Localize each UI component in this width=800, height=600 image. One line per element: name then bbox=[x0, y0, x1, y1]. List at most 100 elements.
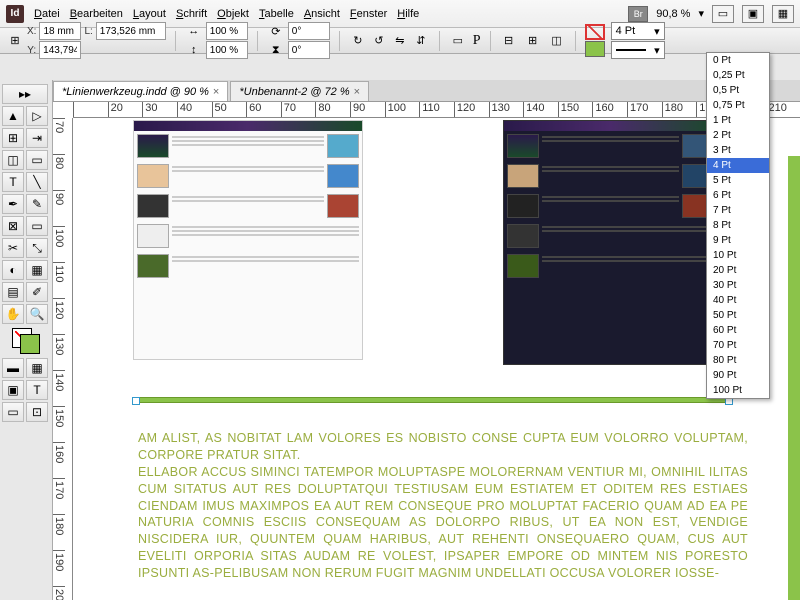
fill-none-icon[interactable] bbox=[585, 24, 605, 40]
screen-mode[interactable]: ▭ bbox=[2, 402, 24, 422]
feather-tool[interactable]: ▦ bbox=[26, 260, 48, 280]
frame-tool[interactable]: ⊠ bbox=[2, 216, 24, 236]
page-tool[interactable]: ⊞ bbox=[2, 128, 24, 148]
type-tool[interactable]: ▭ bbox=[26, 150, 48, 170]
text-tool[interactable]: T bbox=[2, 172, 24, 192]
menu-view[interactable]: Ansicht bbox=[304, 8, 340, 20]
align-icon[interactable]: ⊟ bbox=[500, 32, 518, 50]
line-tool[interactable]: ╲ bbox=[26, 172, 48, 192]
stroke-option[interactable]: 0,5 Pt bbox=[707, 83, 769, 98]
stroke-option[interactable]: 30 Pt bbox=[707, 278, 769, 293]
menu-type[interactable]: Schrift bbox=[176, 8, 207, 20]
flip-v-icon[interactable]: ⇵ bbox=[412, 32, 430, 50]
placed-image-dark[interactable] bbox=[503, 120, 718, 365]
scale-x[interactable] bbox=[206, 22, 248, 40]
menu-window[interactable]: Fenster bbox=[350, 8, 387, 20]
tab-2[interactable]: *Unbenannt-2 @ 72 %× bbox=[230, 81, 369, 101]
stroke-option[interactable]: 10 Pt bbox=[707, 248, 769, 263]
scissors-tool[interactable]: ✂ bbox=[2, 238, 24, 258]
dropdown-icon[interactable]: ▾ bbox=[698, 7, 704, 20]
stroke-option[interactable]: 100 Pt bbox=[707, 383, 769, 398]
pencil-tool[interactable]: ✎ bbox=[26, 194, 48, 214]
stroke-option[interactable]: 50 Pt bbox=[707, 308, 769, 323]
shear-input[interactable] bbox=[288, 41, 330, 59]
transform-tool[interactable]: ⤡ bbox=[26, 238, 48, 258]
flip-h-icon[interactable]: ⇋ bbox=[391, 32, 409, 50]
bridge-icon[interactable]: Br bbox=[628, 6, 648, 22]
distribute-icon[interactable]: ⊞ bbox=[524, 32, 542, 50]
screen-mode-2[interactable]: ⊡ bbox=[26, 402, 48, 422]
view-mode-icon[interactable]: ▭ bbox=[712, 5, 734, 23]
stroke-color-icon[interactable] bbox=[585, 41, 605, 57]
rotate-ccw-icon[interactable]: ↺ bbox=[370, 32, 388, 50]
document-tabs: *Linienwerkzeug.indd @ 90 %× *Unbenannt-… bbox=[53, 80, 800, 102]
stroke-option[interactable]: 9 Pt bbox=[707, 233, 769, 248]
note-tool[interactable]: ▤ bbox=[2, 282, 24, 302]
stroke-option[interactable]: 0,75 Pt bbox=[707, 98, 769, 113]
stroke-option[interactable]: 70 Pt bbox=[707, 338, 769, 353]
stroke-option[interactable]: 5 Pt bbox=[707, 173, 769, 188]
stroke-option[interactable]: 3 Pt bbox=[707, 143, 769, 158]
menu-edit[interactable]: Bearbeiten bbox=[70, 8, 123, 20]
tab-1[interactable]: *Linienwerkzeug.indd @ 90 %× bbox=[53, 81, 228, 101]
stroke-option[interactable]: 1 Pt bbox=[707, 113, 769, 128]
select-parent-icon[interactable]: ▭ bbox=[449, 32, 467, 50]
scale-y-icon: ↕ bbox=[185, 41, 203, 59]
paragraph-icon[interactable]: P bbox=[473, 33, 481, 49]
normal-mode[interactable]: ▣ bbox=[2, 380, 24, 400]
horizontal-ruler: 2030405060708090100110120130140150160170… bbox=[73, 102, 800, 118]
scale-y[interactable] bbox=[206, 41, 248, 59]
stroke-option[interactable]: 40 Pt bbox=[707, 293, 769, 308]
rect-tool[interactable]: ▭ bbox=[26, 216, 48, 236]
x-input[interactable] bbox=[39, 22, 81, 40]
stroke-option[interactable]: 80 Pt bbox=[707, 353, 769, 368]
zoom-level[interactable]: 90,8 % bbox=[656, 8, 690, 20]
stroke-option[interactable]: 0,25 Pt bbox=[707, 68, 769, 83]
stroke-option[interactable]: 6 Pt bbox=[707, 188, 769, 203]
rotate-icon: ⟳ bbox=[267, 22, 285, 40]
color-swatch[interactable] bbox=[12, 328, 40, 354]
selection-tool[interactable]: ▲ bbox=[2, 106, 24, 126]
l-input[interactable] bbox=[96, 22, 166, 40]
zoom-tool[interactable]: 🔍 bbox=[26, 304, 48, 324]
pathfinder-icon[interactable]: ◫ bbox=[548, 32, 566, 50]
rotate-cw-icon[interactable]: ↻ bbox=[349, 32, 367, 50]
apply-gradient[interactable]: ▦ bbox=[26, 358, 48, 378]
gradient-tool[interactable]: ◐ bbox=[2, 260, 24, 280]
stroke-weight-select[interactable]: 4 Pt▾ bbox=[611, 22, 665, 40]
eyedropper-tool[interactable]: ✐ bbox=[26, 282, 48, 302]
placed-image-light[interactable] bbox=[133, 120, 363, 360]
y-input[interactable] bbox=[39, 41, 81, 59]
menu-object[interactable]: Objekt bbox=[217, 8, 249, 20]
arrange-icon[interactable]: ▦ bbox=[772, 5, 794, 23]
apply-color[interactable]: ▬ bbox=[2, 358, 24, 378]
stroke-option[interactable]: 8 Pt bbox=[707, 218, 769, 233]
stroke-option[interactable]: 7 Pt bbox=[707, 203, 769, 218]
gap-tool[interactable]: ⇥ bbox=[26, 128, 48, 148]
screen-mode-icon[interactable]: ▣ bbox=[742, 5, 764, 23]
stroke-option[interactable]: 0 Pt bbox=[707, 53, 769, 68]
menu-help[interactable]: Hilfe bbox=[397, 8, 419, 20]
direct-selection-tool[interactable]: ▷ bbox=[26, 106, 48, 126]
stroke-option[interactable]: 20 Pt bbox=[707, 263, 769, 278]
body-text-frame[interactable]: AM ALIST, AS NOBITAT LAM VOLORES ES NOBI… bbox=[138, 430, 748, 582]
pen-tool[interactable]: ✒ bbox=[2, 194, 24, 214]
menu-file[interactable]: Datei bbox=[34, 8, 60, 20]
stroke-option[interactable]: 90 Pt bbox=[707, 368, 769, 383]
menu-table[interactable]: Tabelle bbox=[259, 8, 294, 20]
rotate-input[interactable] bbox=[288, 22, 330, 40]
stroke-option[interactable]: 4 Pt bbox=[707, 158, 769, 173]
stroke-option[interactable]: 2 Pt bbox=[707, 128, 769, 143]
close-icon[interactable]: × bbox=[354, 86, 360, 98]
hand-tool[interactable]: ✋ bbox=[2, 304, 24, 324]
stroke-style-select[interactable]: ▾ bbox=[611, 41, 665, 59]
toolbox-collapse[interactable]: ▸▸ bbox=[2, 84, 48, 104]
page-canvas[interactable]: AM ALIST, AS NOBITAT LAM VOLORES ES NOBI… bbox=[73, 118, 800, 600]
content-tool[interactable]: ◫ bbox=[2, 150, 24, 170]
stroke-option[interactable]: 60 Pt bbox=[707, 323, 769, 338]
selected-line-object[interactable] bbox=[135, 397, 730, 403]
ref-point-icon[interactable]: ⊞ bbox=[6, 32, 24, 50]
close-icon[interactable]: × bbox=[213, 86, 219, 98]
menu-layout[interactable]: Layout bbox=[133, 8, 166, 20]
preview-mode[interactable]: T bbox=[26, 380, 48, 400]
